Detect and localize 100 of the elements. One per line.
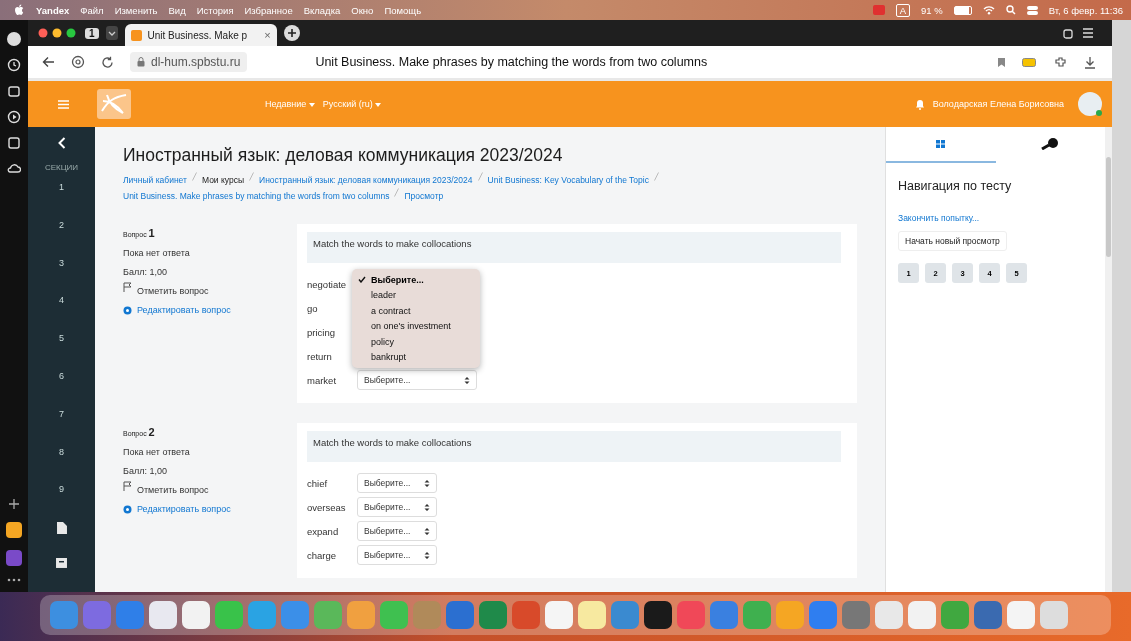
extensions-icon[interactable] <box>1054 55 1068 69</box>
slash-icon <box>394 188 400 197</box>
breadcrumb-link[interactable]: Unit Business: Key Vocabulary of the Topic <box>487 172 649 188</box>
answer-status: Пока нет ответа <box>123 248 190 258</box>
finish-attempt-link[interactable]: Закончить попытку... <box>898 213 980 223</box>
menu-item[interactable]: Изменить <box>114 4 158 16</box>
flag-icon[interactable] <box>123 480 132 491</box>
gear-icon[interactable] <box>123 505 132 514</box>
breadcrumb-link[interactable]: Unit Business. Make phrases by matching the words from two columns <box>123 188 390 204</box>
gear-icon[interactable] <box>123 306 132 315</box>
document-icon[interactable] <box>56 522 67 535</box>
download-icon[interactable] <box>1084 55 1096 69</box>
window-controls-icon[interactable] <box>38 28 78 38</box>
new-tab-icon[interactable] <box>283 25 300 41</box>
menu-item[interactable]: Файл <box>80 4 104 16</box>
menu-icon[interactable] <box>1082 28 1094 38</box>
control-center-icon[interactable] <box>1026 5 1038 15</box>
dropdown-option[interactable]: bankrupt <box>352 349 480 365</box>
app-icon[interactable] <box>182 601 210 629</box>
bell-icon[interactable] <box>914 98 925 110</box>
breadcrumb-link[interactable]: Иностранный язык: деловая коммуникация 2023/2024 <box>259 172 473 188</box>
dropdown-option[interactable]: leader <box>352 287 480 303</box>
match-term: expand <box>307 525 340 537</box>
flag-question-link[interactable]: Отметить вопрос <box>137 485 209 495</box>
reload-icon[interactable] <box>101 55 114 69</box>
question-prompt: Match the words to make collocations <box>307 431 841 462</box>
copy-icon[interactable] <box>1063 27 1075 39</box>
edit-question-link[interactable]: Редактировать вопрос <box>137 303 257 317</box>
app-icon[interactable] <box>644 601 672 629</box>
answer-select[interactable]: Выберите... <box>357 370 477 390</box>
tab-count-button[interactable]: 1 <box>85 27 99 39</box>
breadcrumb-link[interactable]: Просмотр <box>404 188 444 204</box>
apple-logo-icon[interactable] <box>14 4 25 16</box>
wifi-icon[interactable] <box>982 5 995 15</box>
battery-saver-icon[interactable] <box>1022 57 1038 67</box>
slash-icon <box>249 172 255 181</box>
menu-item[interactable]: Вкладка <box>303 4 341 16</box>
section-link[interactable]: 1 <box>59 181 64 220</box>
answer-select[interactable]: Выберите... <box>357 497 437 517</box>
updown-arrows-icon <box>424 526 430 536</box>
cloud-icon[interactable] <box>7 162 21 174</box>
url-field[interactable]: dl-hum.spbstu.ru <box>130 52 248 72</box>
menu-item[interactable]: История <box>196 4 234 16</box>
answer-select[interactable]: Выберите... <box>357 545 437 565</box>
profile-icon[interactable] <box>7 32 21 46</box>
mail-app-icon[interactable] <box>6 522 22 538</box>
dropdown-option[interactable]: policy <box>352 334 480 350</box>
match-term: charge <box>307 549 338 561</box>
section-link[interactable]: 6 <box>59 370 64 409</box>
updown-arrows-icon <box>424 502 430 512</box>
dropdown-option[interactable]: a contract <box>352 303 480 319</box>
match-term: negotiate <box>307 278 348 290</box>
user-avatar[interactable] <box>1078 92 1102 116</box>
cloud-app-icon[interactable] <box>6 550 22 566</box>
tabs-icon[interactable] <box>7 84 21 98</box>
section-link[interactable]: 2 <box>59 219 64 258</box>
flag-icon[interactable] <box>123 281 132 292</box>
chevron-left-icon[interactable] <box>57 137 66 149</box>
search-icon[interactable] <box>1005 5 1016 15</box>
section-link[interactable]: 3 <box>59 257 64 296</box>
updown-arrows-icon <box>424 478 430 488</box>
bookmark-icon[interactable] <box>997 56 1006 68</box>
answer-status: Пока нет ответа <box>123 447 190 457</box>
app-icon[interactable] <box>545 601 573 629</box>
battery-icon[interactable] <box>953 5 972 15</box>
section-link[interactable]: 7 <box>59 408 64 447</box>
dropdown-option[interactable]: Выберите... <box>352 272 480 288</box>
section-link[interactable]: 5 <box>59 333 64 371</box>
menu-clock[interactable]: Вт, 6 февр. 11:36 <box>1048 4 1123 16</box>
archive-icon[interactable] <box>56 558 67 568</box>
back-arrow-icon[interactable] <box>42 56 55 68</box>
match-term: chief <box>307 477 329 489</box>
app-icon[interactable] <box>149 601 177 629</box>
menu-item[interactable]: Избранное <box>244 4 293 16</box>
course-title: Иностранный язык: деловая коммуникация 2023/2024 <box>123 145 564 166</box>
start-new-preview-button[interactable]: Начать новый просмотр <box>898 231 1007 251</box>
lock-icon <box>137 57 145 67</box>
answer-select[interactable]: Выберите... <box>357 473 437 493</box>
calendar-icon[interactable] <box>7 136 21 150</box>
section-link[interactable]: 4 <box>59 295 64 334</box>
key-icon <box>1041 138 1060 150</box>
edit-question-link[interactable]: Редактировать вопрос <box>137 502 257 516</box>
section-link[interactable]: 9 <box>59 484 64 523</box>
history-icon[interactable] <box>7 58 21 72</box>
grid-icon <box>936 140 946 148</box>
dropdown-option[interactable]: on one's investment <box>352 318 480 334</box>
close-tab-button[interactable]: × <box>264 29 271 41</box>
section-link[interactable]: 8 <box>59 446 64 485</box>
answer-select[interactable]: Выберите... <box>357 521 437 541</box>
plus-icon[interactable] <box>8 498 20 510</box>
scrollbar[interactable] <box>1105 127 1112 592</box>
breadcrumb-link[interactable]: Личный кабинет <box>123 172 187 188</box>
flag-question-link[interactable]: Отметить вопрос <box>137 286 209 296</box>
checkmark-icon <box>358 276 366 284</box>
browser-tab[interactable]: Unit Business. Make p × <box>124 24 277 46</box>
chevron-down-icon[interactable] <box>105 26 118 40</box>
more-icon[interactable] <box>7 578 21 582</box>
menu-item[interactable]: Yandex <box>36 4 70 16</box>
play-icon[interactable] <box>7 110 21 124</box>
menu-item[interactable]: Вид <box>168 4 186 16</box>
